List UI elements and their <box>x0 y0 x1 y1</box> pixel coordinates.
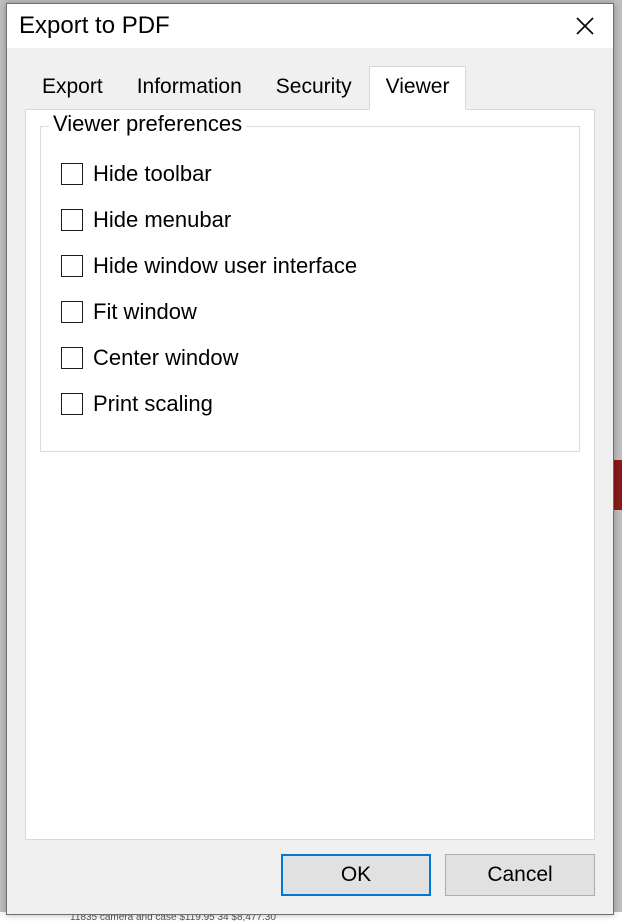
ok-button[interactable]: OK <box>281 854 431 896</box>
export-pdf-dialog: Export to PDF ExportInformationSecurityV… <box>6 3 614 915</box>
option-row: Hide menubar <box>55 197 565 243</box>
checkbox-label: Hide toolbar <box>93 161 212 187</box>
viewer-tab-content: Viewer preferences Hide toolbar Hide menu… <box>25 109 595 840</box>
checkbox-label: Fit window <box>93 299 197 325</box>
cancel-button[interactable]: Cancel <box>445 854 595 896</box>
checkbox-print-scaling[interactable] <box>61 393 83 415</box>
checkbox-hide-menubar[interactable] <box>61 209 83 231</box>
checkbox-center-window[interactable] <box>61 347 83 369</box>
tab-information[interactable]: Information <box>120 66 259 109</box>
checkbox-hide-window-user-interface[interactable] <box>61 255 83 277</box>
checkbox-label: Center window <box>93 345 239 371</box>
option-row: Center window <box>55 335 565 381</box>
dialog-title: Export to PDF <box>19 12 170 40</box>
checkbox-label: Hide window user interface <box>93 253 357 279</box>
tab-viewer[interactable]: Viewer <box>369 66 467 110</box>
tab-export[interactable]: Export <box>25 66 120 109</box>
checkbox-hide-toolbar[interactable] <box>61 163 83 185</box>
option-row: Print scaling <box>55 381 565 427</box>
option-row: Hide window user interface <box>55 243 565 289</box>
viewer-preferences-legend: Viewer preferences <box>49 111 246 137</box>
option-row: Fit window <box>55 289 565 335</box>
checkbox-label: Print scaling <box>93 391 213 417</box>
checkbox-label: Hide menubar <box>93 207 231 233</box>
checkbox-fit-window[interactable] <box>61 301 83 323</box>
close-button[interactable] <box>567 10 603 42</box>
tab-security[interactable]: Security <box>259 66 369 109</box>
close-icon <box>575 16 595 36</box>
titlebar: Export to PDF <box>7 4 613 48</box>
tab-strip: ExportInformationSecurityViewer <box>7 48 613 109</box>
option-row: Hide toolbar <box>55 151 565 197</box>
tab-content-area: Viewer preferences Hide toolbar Hide menu… <box>7 109 613 840</box>
viewer-preferences-group: Viewer preferences Hide toolbarHide menu… <box>40 126 580 452</box>
dialog-button-bar: OK Cancel <box>7 840 613 914</box>
